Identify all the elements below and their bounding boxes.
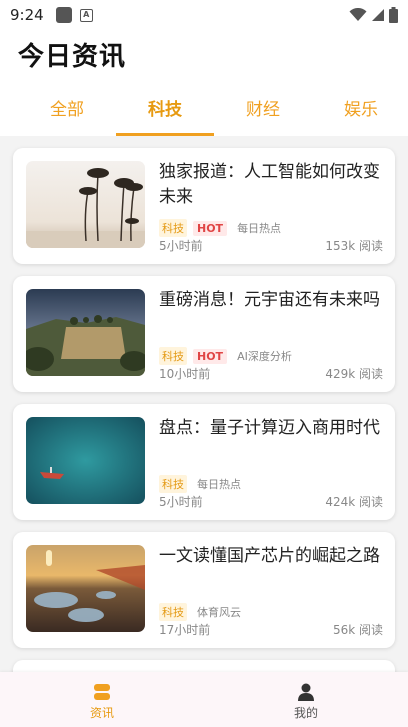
app-header: 今日资讯 全部 科技 财经 娱乐 [0,30,408,136]
article-title: 一文读懂国产芯片的崛起之路 [159,546,380,566]
tab-finance[interactable]: 财经 [214,94,312,136]
a-badge-icon: A [79,8,93,22]
article-thumbnail [26,161,145,248]
tab-all[interactable]: 全部 [0,94,134,136]
article-time: 17小时前 [159,623,211,637]
hot-badge: HOT [193,348,228,364]
page-title: 今日资讯 [18,42,127,72]
category-badge: 科技 [159,219,187,237]
article-reads: 429k 阅读 [325,367,383,381]
bottom-nav: 资讯 我的 [0,672,408,727]
category-badge: 科技 [159,475,187,493]
article-card[interactable]: 独家报道：人工智能如何改变未来 科技 HOT 每日热点 5小时前 153k 阅读 [13,148,395,264]
nav-news[interactable]: 资讯 [0,672,204,727]
signal-icon [372,9,384,21]
article-card[interactable] [13,660,395,672]
nav-profile-label: 我的 [293,706,318,720]
article-source: 体育风云 [197,606,241,619]
article-time: 5小时前 [159,239,203,253]
article-tags: 科技 HOT AI深度分析 [159,347,292,365]
article-card[interactable]: 重磅消息！元宇宙还有未来吗 科技 HOT AI深度分析 10小时前 429k 阅… [13,276,395,392]
article-card[interactable]: 盘点：量子计算迈入商用时代 科技 每日热点 5小时前 424k 阅读 [13,404,395,520]
article-time: 5小时前 [159,495,203,509]
article-tags: 科技 体育风云 [159,603,241,621]
article-source: 每日热点 [197,478,241,491]
tab-tech[interactable]: 科技 [116,94,214,136]
article-title: 独家报道：人工智能如何改变未来 [159,162,380,207]
article-source: AI深度分析 [237,350,292,363]
article-thumbnail [26,545,145,632]
article-reads: 424k 阅读 [325,495,383,509]
profile-icon [298,683,314,701]
category-tabs: 全部 科技 财经 娱乐 [0,94,408,136]
status-time: 9:24 [10,6,44,24]
article-time: 10小时前 [159,367,211,381]
article-tags: 科技 每日热点 [159,475,241,493]
article-thumbnail [26,289,145,376]
news-icon [94,684,110,700]
article-title: 盘点：量子计算迈入商用时代 [159,418,380,438]
battery-icon [389,7,398,23]
article-reads: 153k 阅读 [325,239,383,253]
tab-entertainment[interactable]: 娱乐 [312,94,408,136]
article-thumbnail [26,417,145,504]
article-title: 重磅消息！元宇宙还有未来吗 [159,290,380,310]
nav-news-label: 资讯 [89,706,114,720]
article-reads: 56k 阅读 [332,623,383,637]
category-badge: 科技 [159,603,187,621]
article-list[interactable]: 独家报道：人工智能如何改变未来 科技 HOT 每日热点 5小时前 153k 阅读 [0,136,408,672]
article-tags: 科技 HOT 每日热点 [159,219,281,237]
wifi-icon [349,8,367,21]
nav-profile[interactable]: 我的 [204,672,408,727]
notification-square-icon [55,7,72,23]
status-bar: 9:24 A [0,0,408,30]
article-source: 每日热点 [237,222,282,235]
article-card[interactable]: 一文读懂国产芯片的崛起之路 科技 体育风云 17小时前 56k 阅读 [13,532,395,648]
hot-badge: HOT [193,220,228,236]
category-badge: 科技 [159,347,187,365]
